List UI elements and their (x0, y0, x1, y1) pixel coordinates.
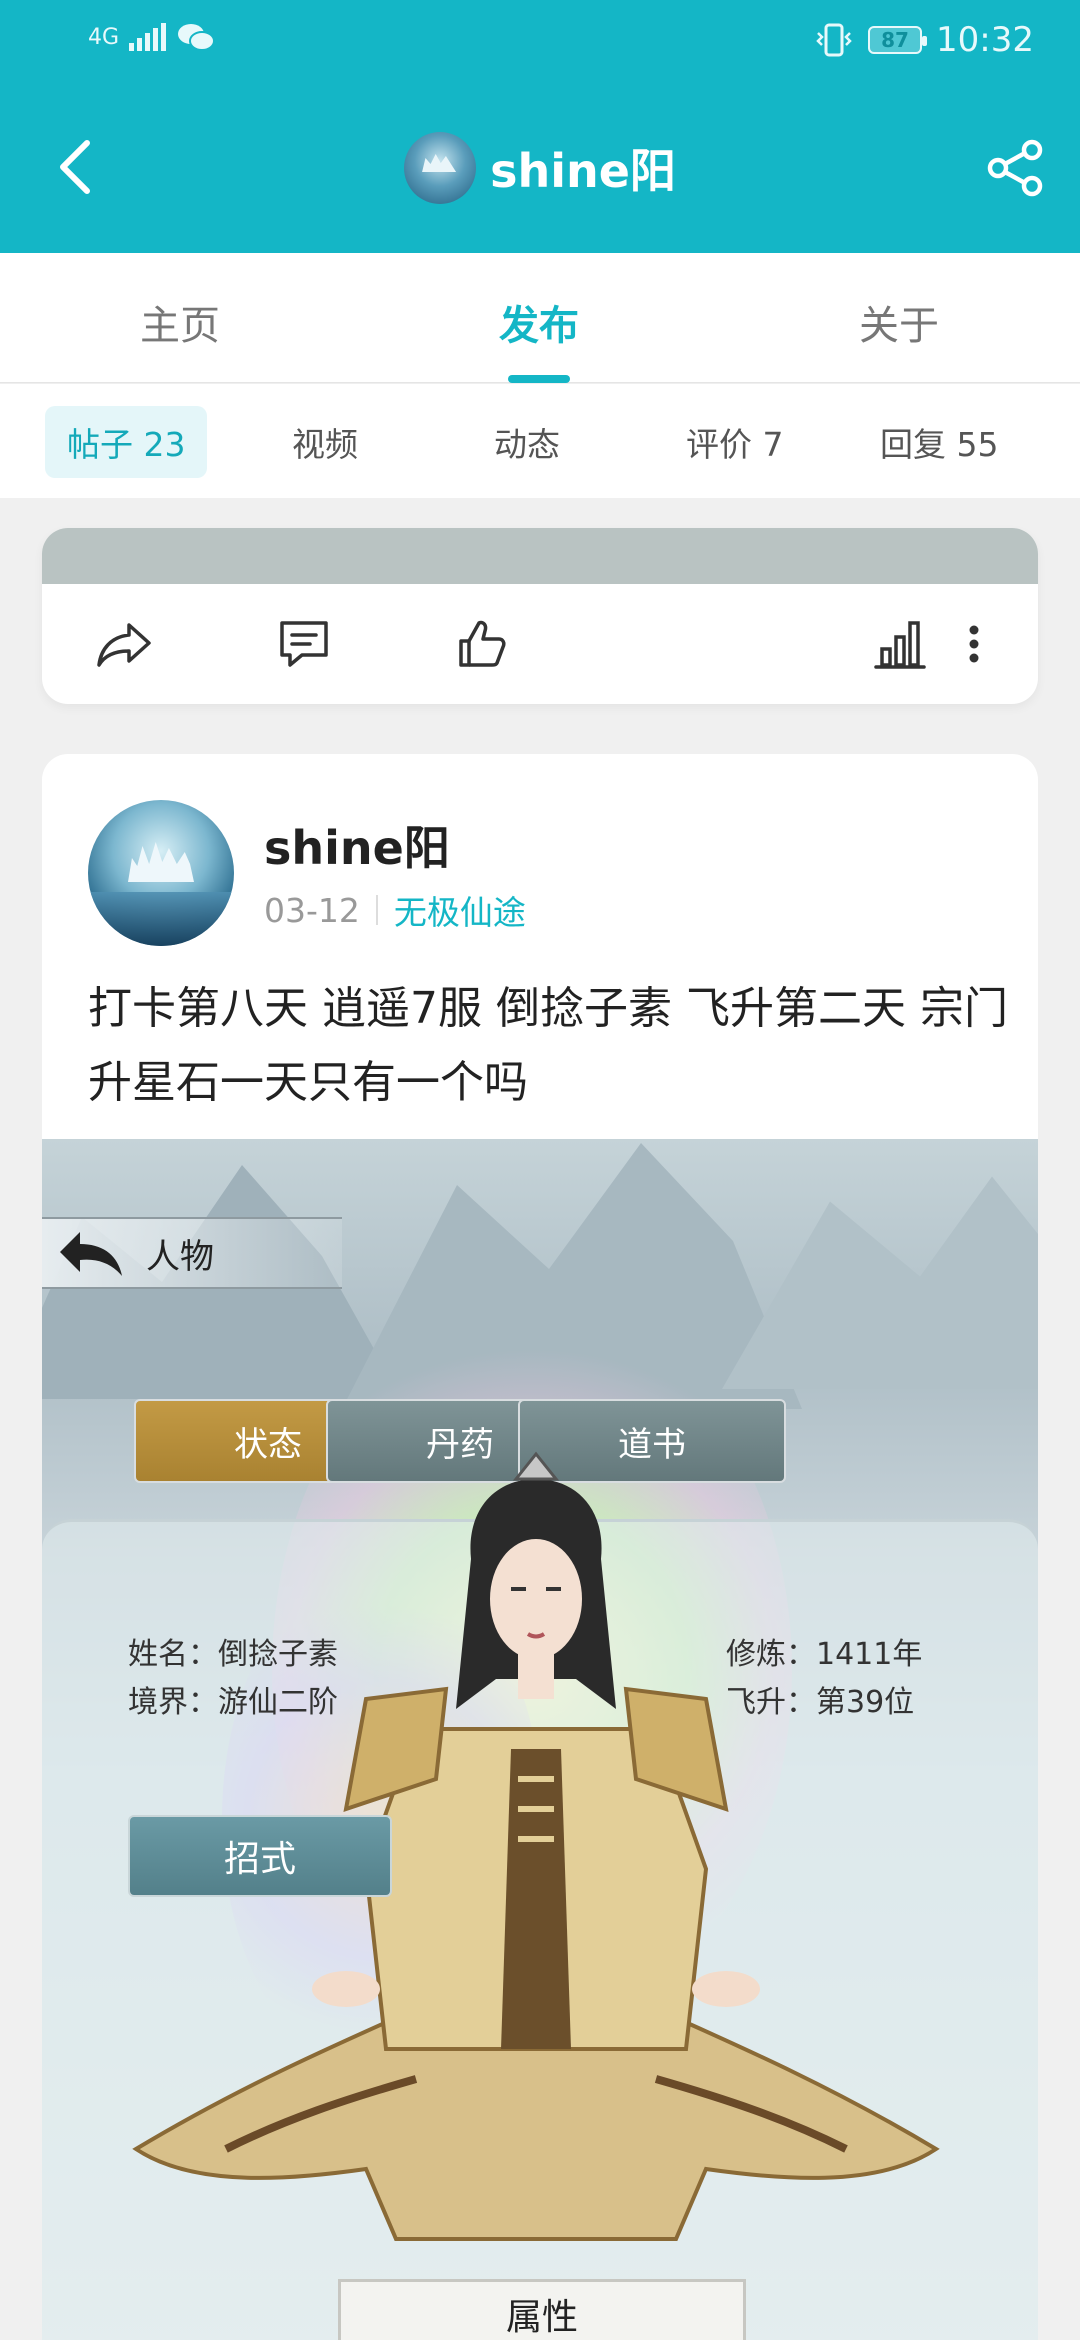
bar-chart-icon (874, 621, 926, 669)
share-icon (987, 139, 1043, 197)
tab-home[interactable]: 主页 (140, 293, 220, 351)
profile-header[interactable]: shine阳 (0, 132, 1080, 204)
like-button[interactable] (450, 612, 514, 676)
clock: 10:32 (936, 20, 1034, 60)
game-attr-button: 属性 (338, 2279, 746, 2340)
tab-indicator (508, 375, 570, 383)
subtab-threads[interactable]: 帖子 23 (45, 406, 208, 478)
game-back-button: 人物 (42, 1217, 342, 1289)
game-skill-button: 招式 (128, 1815, 392, 1897)
status-bar: 4G 87 10:32 (0, 0, 1080, 85)
post-card[interactable]: shine阳 03-12 无极仙途 打卡第八天 逍遥7服 倒捻子素 飞升第二天 … (42, 754, 1038, 2340)
profile-name: shine阳 (490, 144, 676, 198)
avatar[interactable] (404, 132, 477, 204)
share-button[interactable] (980, 132, 1052, 204)
subtab-videos[interactable]: 视频 (270, 406, 380, 478)
post-actions (42, 584, 1038, 704)
post-card[interactable] (42, 528, 1038, 704)
post-image[interactable]: 人物 状态 丹药 道书 姓名：倒捻子素 境界：游仙二阶 修炼：1411年 飞升：… (42, 1139, 1038, 2340)
comment-icon (280, 621, 328, 667)
feed[interactable]: shine阳 03-12 无极仙途 打卡第八天 逍遥7服 倒捻子素 飞升第二天 … (0, 498, 1080, 2340)
post-image[interactable] (42, 528, 1038, 584)
status-left: 4G (88, 22, 216, 52)
comment-button[interactable] (272, 612, 336, 676)
forward-icon (97, 623, 151, 667)
game-link[interactable]: 无极仙途 (394, 886, 526, 934)
tab-about[interactable]: 关于 (859, 293, 939, 351)
subtab-activity[interactable]: 动态 (472, 406, 582, 478)
nav-bar: shine阳 (0, 110, 1080, 230)
subtab-replies[interactable]: 回复 55 (858, 406, 1020, 478)
signal-icon (129, 23, 167, 51)
game-back-label: 人物 (146, 1236, 214, 1277)
post-meta: 03-12 无极仙途 (264, 886, 526, 934)
wechat-icon (178, 24, 216, 51)
thumbs-up-icon (459, 620, 506, 667)
divider (375, 895, 378, 925)
app-header: 4G 87 10:32 shine阳 (0, 0, 1080, 253)
author-name[interactable]: shine阳 (264, 812, 450, 878)
tab-posts[interactable]: 发布 (499, 293, 579, 351)
post-text[interactable]: 打卡第八天 逍遥7服 倒捻子素 飞升第二天 宗门升星石一天只有一个吗 (88, 972, 1008, 1120)
main-tabs: 主页 发布 关于 (0, 253, 1080, 383)
subtab-reviews[interactable]: 评价 7 (664, 406, 806, 478)
post-date: 03-12 (264, 890, 360, 930)
more-vertical-icon (969, 625, 979, 663)
stats-button[interactable] (868, 612, 932, 676)
curved-back-arrow-icon (60, 1232, 122, 1276)
sub-tabs: 帖子 23 视频 动态 评价 7 回复 55 (0, 384, 1080, 498)
more-button[interactable] (954, 612, 994, 676)
network-label: 4G (88, 24, 120, 50)
author-avatar[interactable] (88, 800, 234, 946)
status-right: 87 10:32 (814, 20, 1034, 60)
battery-indicator: 87 (868, 26, 928, 54)
forward-button[interactable] (92, 612, 156, 676)
vibrate-icon (816, 23, 852, 57)
